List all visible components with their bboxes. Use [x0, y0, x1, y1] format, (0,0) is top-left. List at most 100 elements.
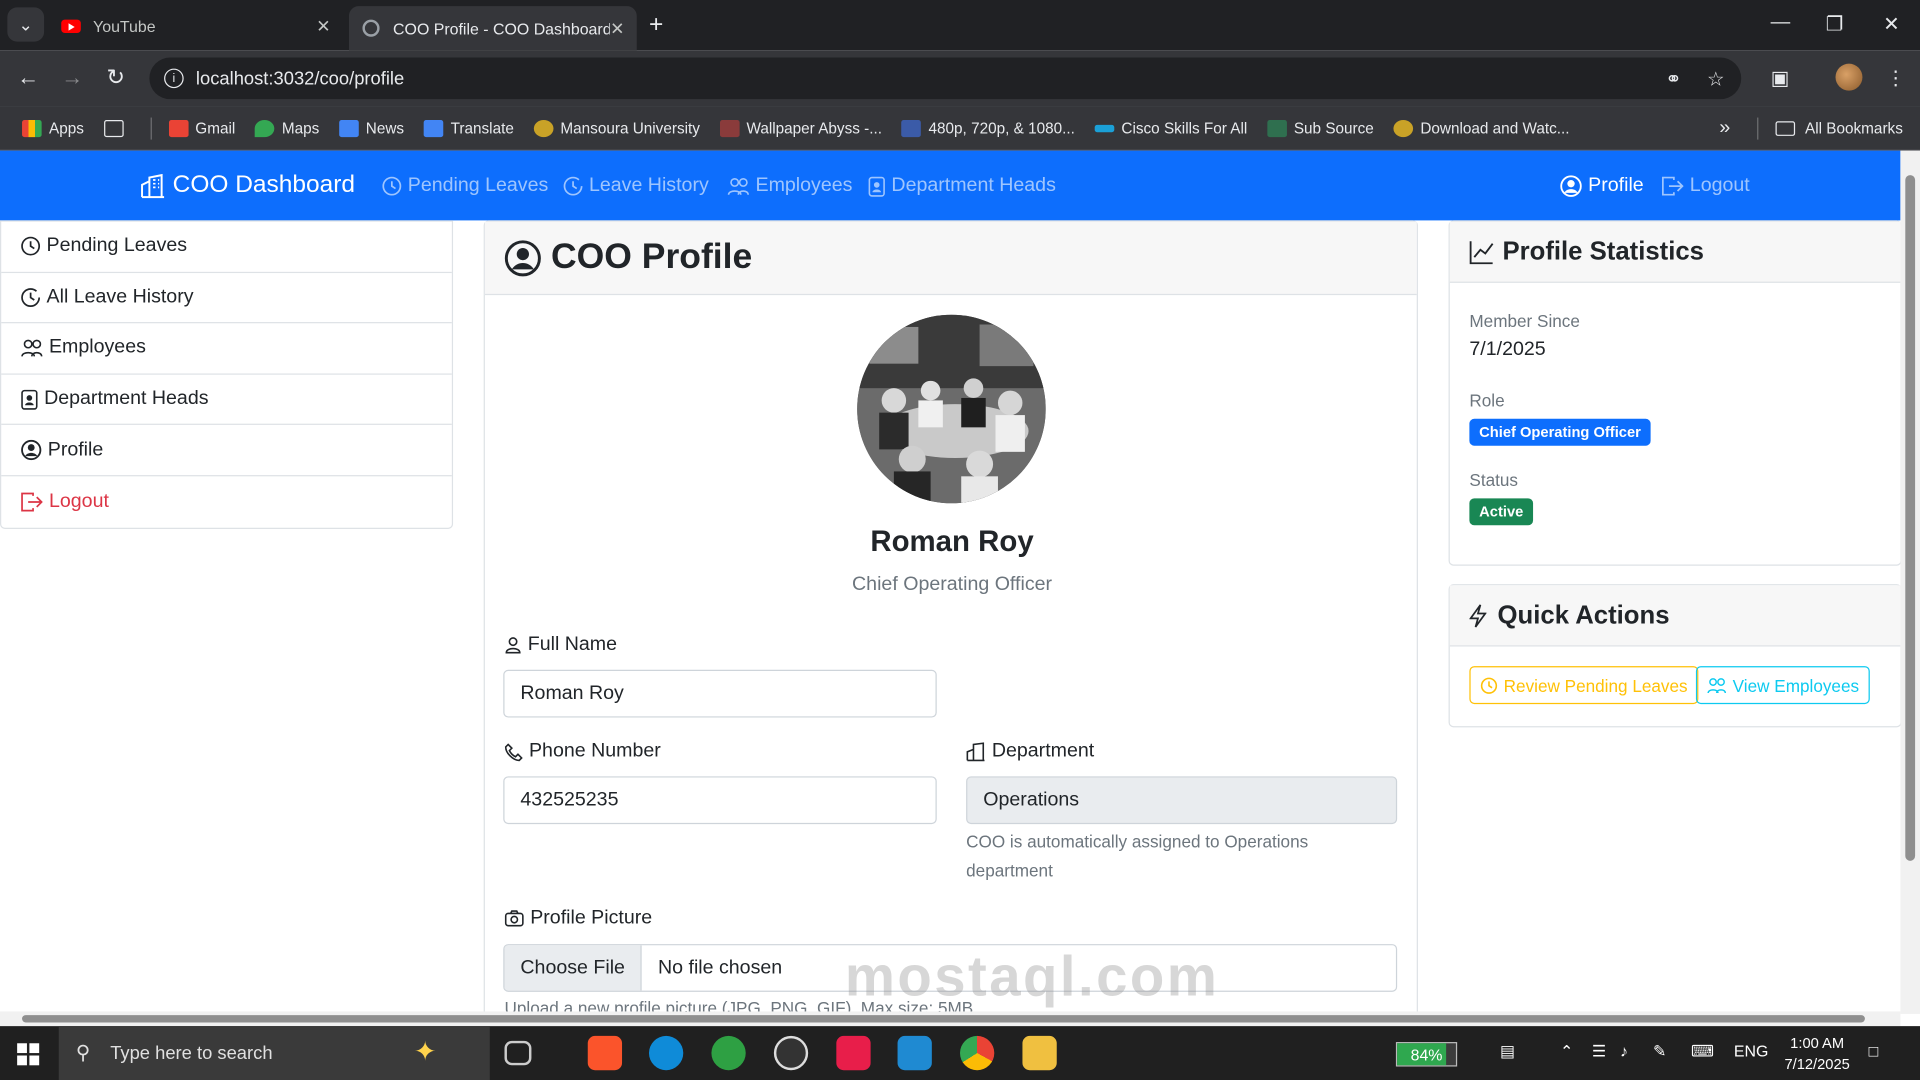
bookmark-tab-groups[interactable] — [103, 119, 130, 137]
bookmark-news[interactable]: News — [338, 119, 404, 137]
browser-profile-avatar[interactable] — [1835, 63, 1863, 91]
bookmark-download-watch[interactable]: Download and Watc... — [1393, 119, 1570, 137]
extensions-icon[interactable]: ▣ — [1771, 66, 1790, 90]
phone-number-value: 432525235 — [520, 789, 619, 811]
brave-browser-icon[interactable] — [587, 1035, 623, 1071]
nav-employees[interactable]: Employees — [727, 175, 852, 197]
sidebar-item-department-heads[interactable]: Department Heads — [1, 374, 452, 426]
full-name-label: Full Name — [504, 634, 617, 656]
close-icon[interactable]: ✕ — [610, 18, 624, 39]
close-icon[interactable]: ✕ — [316, 15, 330, 36]
university-crest-icon — [533, 119, 554, 137]
sidebar-item-pending-leaves[interactable]: Pending Leaves — [1, 222, 452, 273]
volume-icon[interactable]: ♪ — [1620, 1042, 1628, 1060]
more-bookmarks-chevron-icon[interactable]: » — [1719, 118, 1730, 140]
windows-start-icon[interactable] — [17, 1043, 40, 1066]
address-bar[interactable]: i localhost:3032/coo/profile ⚭ ☆ — [149, 57, 1742, 100]
bookmark-sub-source[interactable]: Sub Source — [1266, 119, 1374, 137]
card-title: Quick Actions — [1497, 600, 1670, 629]
field-label: Department — [991, 740, 1095, 762]
scrollbar-thumb[interactable] — [1905, 175, 1916, 861]
notification-center-icon[interactable]: □ — [1869, 1042, 1879, 1060]
bookmark-label: Wallpaper Abyss -... — [746, 119, 882, 137]
tab-search-button[interactable]: ⌄ — [7, 7, 45, 42]
bookmark-cisco[interactable]: Cisco Skills For All — [1094, 119, 1248, 137]
status-badge: Active — [1469, 498, 1534, 526]
network-icon[interactable]: ☰ — [1592, 1042, 1606, 1062]
sidebar-item-all-leave-history[interactable]: All Leave History — [1, 273, 452, 324]
back-button[interactable]: ← — [17, 65, 39, 91]
password-key-icon[interactable]: ⚭ — [1665, 67, 1681, 91]
person-circle-icon — [21, 440, 42, 461]
chevron-up-icon[interactable]: ⌃ — [1560, 1042, 1573, 1062]
nav-label: Employees — [755, 175, 853, 196]
lightning-icon — [1469, 603, 1487, 627]
sidebar-item-employees[interactable]: Employees — [1, 323, 452, 375]
all-bookmarks-link[interactable]: All Bookmarks — [1805, 120, 1903, 137]
chrome-icon[interactable] — [960, 1035, 995, 1071]
tab-coo-profile[interactable]: COO Profile - COO Dashboard ✕ — [348, 6, 637, 51]
restore-button[interactable]: ❐ — [1826, 12, 1844, 36]
scrollbar-thumb[interactable] — [22, 1015, 1865, 1023]
edge-browser-icon[interactable] — [648, 1035, 684, 1071]
globe-icon — [361, 18, 381, 38]
news-icon — [338, 119, 359, 137]
tab-youtube[interactable]: YouTube ✕ — [49, 6, 343, 45]
review-pending-leaves-button[interactable]: Review Pending Leaves — [1469, 666, 1699, 705]
card-title: Profile Statistics — [1502, 236, 1704, 266]
forward-button[interactable]: → — [61, 65, 83, 91]
browser-menu-icon[interactable]: ⋮ — [1886, 66, 1906, 90]
clock[interactable]: 1:00 AM 7/12/2025 — [1773, 1033, 1861, 1075]
keyboard-icon[interactable]: ⌨ — [1691, 1042, 1714, 1062]
nav-pending-leaves[interactable]: Pending Leaves — [382, 175, 548, 197]
site-info-icon[interactable]: i — [164, 68, 184, 89]
pen-icon[interactable]: ✎ — [1653, 1042, 1666, 1062]
history-icon — [21, 287, 41, 308]
role-badge: Chief Operating Officer — [1469, 418, 1651, 446]
full-name-input[interactable]: Roman Roy — [503, 669, 937, 718]
taskbar-search-box[interactable]: ⚲ Type here to search ✦ — [58, 1026, 490, 1080]
language-indicator[interactable]: ENG — [1734, 1042, 1768, 1060]
nav-label: Leave History — [588, 175, 709, 196]
bookmark-apps[interactable]: Apps — [22, 119, 84, 137]
minimize-button[interactable]: — — [1771, 12, 1791, 34]
bookmark-translate[interactable]: Translate — [423, 119, 514, 137]
reload-button[interactable]: ↻ — [107, 65, 125, 91]
horizontal-scrollbar[interactable] — [0, 1011, 1901, 1027]
task-view-icon[interactable] — [504, 1040, 532, 1066]
wallpaper-icon — [719, 119, 740, 137]
bookmark-gmail[interactable]: Gmail — [168, 119, 235, 137]
view-employees-button[interactable]: View Employees — [1695, 666, 1871, 705]
navbar-brand[interactable]: COO Dashboard — [140, 171, 355, 199]
bookmark-maps[interactable]: Maps — [254, 119, 319, 137]
node-app-icon[interactable] — [711, 1035, 746, 1071]
nav-logout[interactable]: Logout — [1662, 175, 1750, 197]
bookmark-star-icon[interactable]: ☆ — [1707, 67, 1725, 91]
battery-indicator[interactable]: 84% — [1395, 1042, 1458, 1067]
phone-number-input[interactable]: 432525235 — [503, 776, 937, 825]
bookmark-wallpaper-abyss[interactable]: Wallpaper Abyss -... — [719, 119, 882, 137]
vertical-scrollbar[interactable] — [1900, 150, 1920, 1014]
vscode-icon[interactable] — [897, 1035, 932, 1071]
security-app-icon[interactable] — [836, 1035, 871, 1071]
nav-leave-history[interactable]: Leave History — [563, 175, 709, 197]
sidebar-item-profile[interactable]: Profile — [1, 425, 452, 477]
clock-icon — [1480, 676, 1498, 694]
page-title: COO Profile — [551, 237, 753, 277]
sidebar-item-logout[interactable]: Logout — [1, 476, 452, 527]
bookmark-label: Cisco Skills For All — [1121, 119, 1248, 137]
bookmark-mansoura[interactable]: Mansoura University — [533, 119, 700, 137]
nav-profile[interactable]: Profile — [1560, 175, 1644, 197]
notifications-tray-icon[interactable]: ▤ — [1500, 1042, 1515, 1062]
people-icon — [1707, 677, 1727, 694]
new-tab-button[interactable]: + — [649, 11, 663, 39]
choose-file-button[interactable]: Choose File — [504, 945, 643, 991]
sidebar-item-label: Profile — [47, 439, 104, 461]
bookmark-480p[interactable]: 480p, 720p, & 1080... — [901, 119, 1075, 137]
department-input[interactable]: Operations — [966, 776, 1398, 825]
media-player-icon[interactable] — [773, 1035, 809, 1071]
nav-department-heads[interactable]: Department Heads — [868, 175, 1056, 197]
file-explorer-icon[interactable] — [1022, 1035, 1057, 1071]
camera-icon — [504, 910, 524, 927]
window-close-button[interactable]: ✕ — [1883, 12, 1899, 36]
